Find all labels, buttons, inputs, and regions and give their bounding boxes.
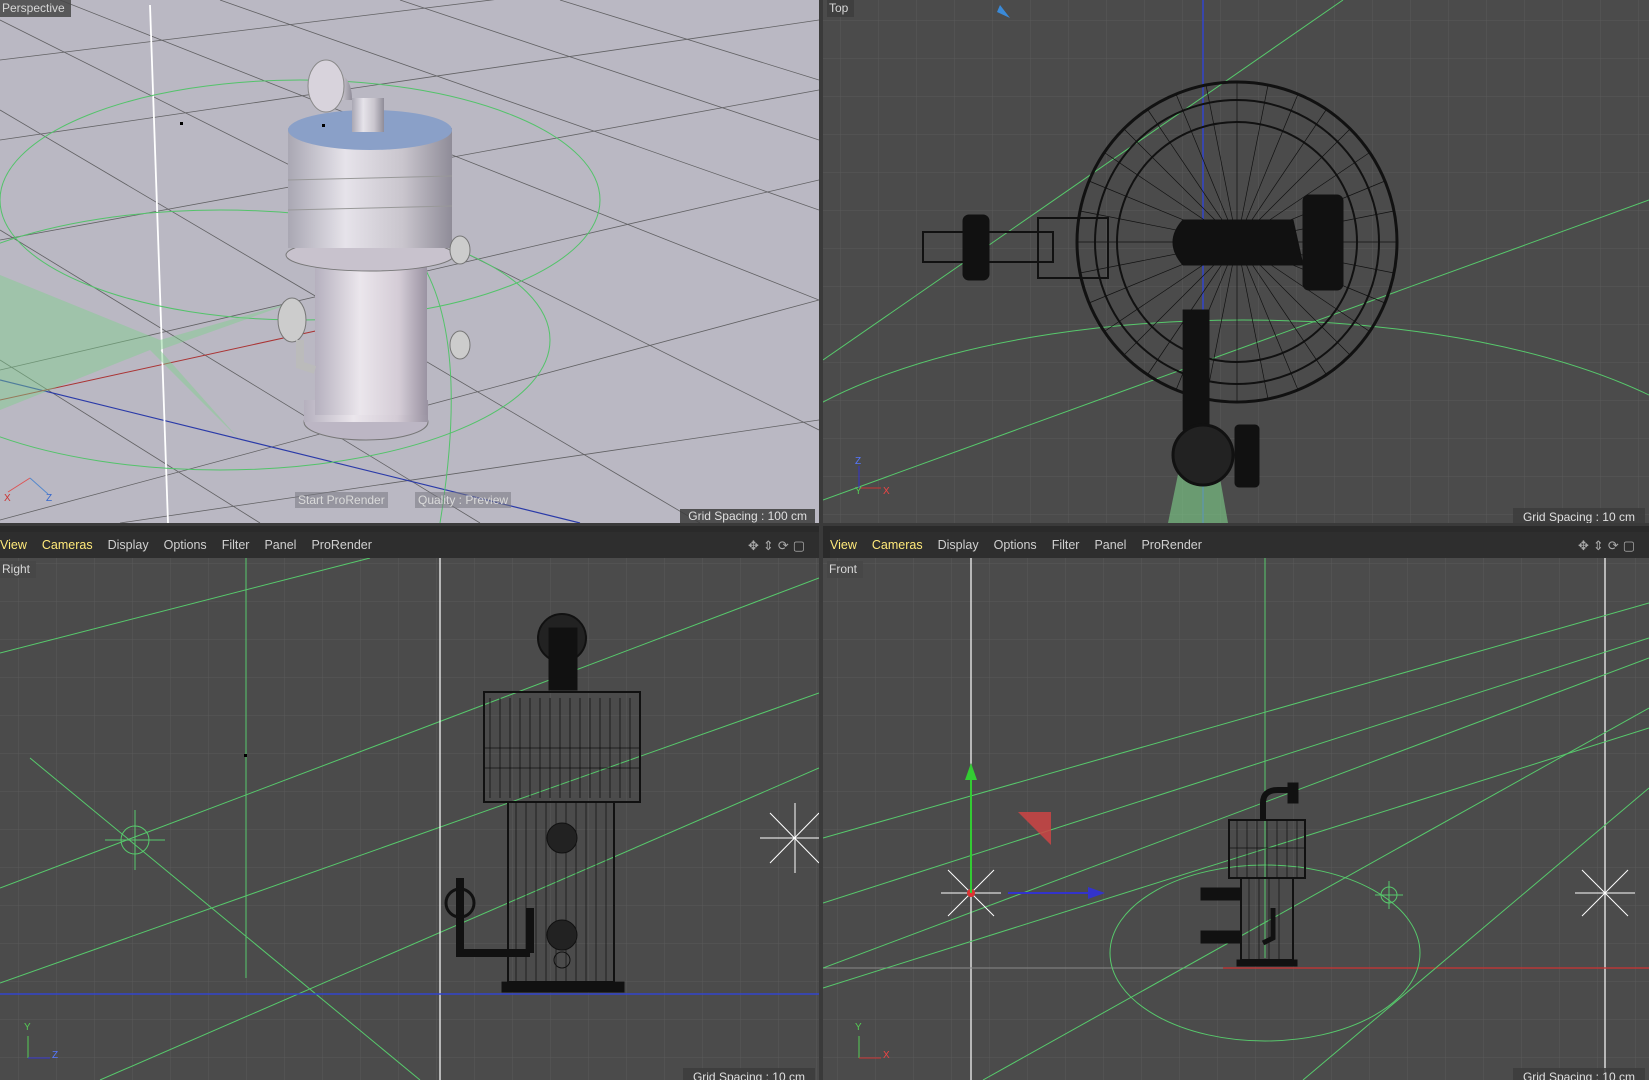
menu-prorender[interactable]: ProRender: [1141, 538, 1201, 552]
grid-spacing-info: Grid Spacing : 10 cm: [682, 1068, 815, 1080]
rotate-view-icon[interactable]: ⟳: [1608, 538, 1619, 554]
axis-label-y: Y: [855, 486, 862, 497]
grid-spacing-info: Grid Spacing : 10 cm: [1512, 1068, 1645, 1080]
grid-spacing-info: Grid Spacing : 100 cm: [680, 509, 815, 523]
menu-cameras[interactable]: Cameras: [42, 538, 93, 552]
toggle-panel-icon[interactable]: ▢: [793, 538, 805, 554]
toggle-panel-icon[interactable]: ▢: [1623, 538, 1635, 554]
axis-label-y: Y: [855, 1022, 862, 1033]
top-scene: [823, 0, 1649, 523]
move-view-icon[interactable]: ✥: [748, 538, 759, 554]
viewport-divider-vertical[interactable]: [819, 0, 823, 1080]
menu-filter[interactable]: Filter: [222, 538, 250, 552]
perspective-scene: [0, 0, 819, 523]
viewport-perspective[interactable]: Perspective Start ProRender Quality : Pr…: [0, 0, 819, 523]
viewport-front[interactable]: Front Grid Spacing : 10 cm Y X: [823, 558, 1649, 1080]
viewport-label: Top: [827, 0, 855, 17]
menu-display[interactable]: Display: [938, 538, 979, 552]
viewport-label: Perspective: [0, 0, 71, 17]
nav-icons-right-viewport: ✥ ⇕ ⟳ ▢: [748, 538, 805, 554]
axis-label-z: Z: [52, 1050, 59, 1061]
menu-panel[interactable]: Panel: [1094, 538, 1126, 552]
axis-label-z: Z: [46, 493, 53, 504]
axis-label-x: X: [4, 493, 11, 504]
viewport-label: Front: [827, 561, 864, 578]
menu-panel[interactable]: Panel: [264, 538, 296, 552]
axis-label-y: Y: [24, 1022, 31, 1033]
menu-options[interactable]: Options: [164, 538, 207, 552]
axis-label-x: X: [883, 1050, 890, 1061]
menu-prorender[interactable]: ProRender: [311, 538, 371, 552]
nav-icons-front-viewport: ✥ ⇕ ⟳ ▢: [1578, 538, 1635, 554]
menu-view[interactable]: View: [830, 538, 857, 552]
zoom-view-icon[interactable]: ⇕: [1593, 538, 1604, 554]
menu-cameras[interactable]: Cameras: [872, 538, 923, 552]
menubar-right-viewport: View Cameras Display Options Filter Pane…: [0, 532, 819, 558]
move-view-icon[interactable]: ✥: [1578, 538, 1589, 554]
quality-indicator[interactable]: Quality : Preview: [415, 492, 512, 508]
zoom-view-icon[interactable]: ⇕: [763, 538, 774, 554]
start-render-button[interactable]: Start ProRender: [295, 492, 388, 508]
viewport-top[interactable]: Top Grid Spacing : 10 cm Z Y X: [823, 0, 1649, 523]
front-scene: [823, 558, 1649, 1080]
grid-spacing-info: Grid Spacing : 10 cm: [1512, 508, 1645, 523]
menu-display[interactable]: Display: [108, 538, 149, 552]
axis-label-z: Z: [855, 456, 862, 467]
menu-view[interactable]: View: [0, 538, 27, 552]
menubar-front-viewport: View Cameras Display Options Filter Pane…: [830, 532, 1649, 558]
menu-options[interactable]: Options: [994, 538, 1037, 552]
viewport-right[interactable]: Right Grid Spacing : 10 cm Y Z: [0, 558, 819, 1080]
axis-label-x: X: [883, 486, 890, 497]
viewport-label: Right: [0, 561, 37, 578]
rotate-view-icon[interactable]: ⟳: [778, 538, 789, 554]
right-scene: [0, 558, 819, 1080]
viewport-divider-horizontal[interactable]: [0, 523, 1649, 526]
menu-filter[interactable]: Filter: [1052, 538, 1080, 552]
